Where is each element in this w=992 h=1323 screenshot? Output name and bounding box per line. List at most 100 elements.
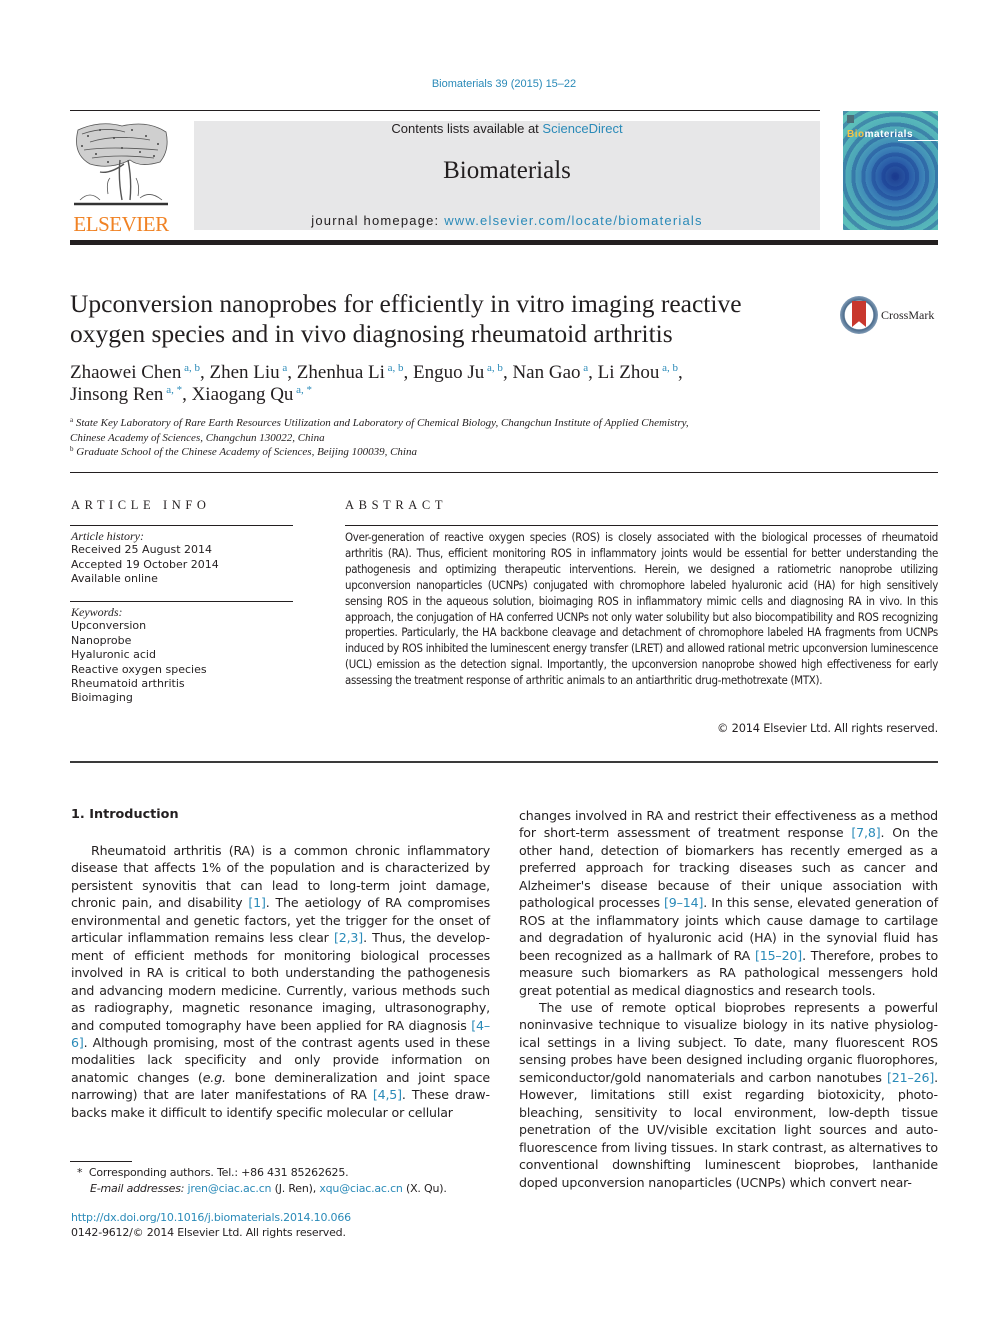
author[interactable]: Zhaowei Chen a, b	[70, 362, 200, 383]
affiliation-mark: a	[70, 416, 74, 424]
corresponding-text: Corresponding authors. Tel.: +86 431 852…	[88, 1166, 349, 1179]
journal-name: Biomaterials	[443, 157, 571, 184]
author-name[interactable]: Zhen Liu	[209, 362, 279, 383]
doi-block: http://dx.doi.org/10.1016/j.biomaterials…	[71, 1210, 491, 1241]
author-name[interactable]: Xiaogang Qu	[192, 384, 294, 405]
author-separator: ,	[588, 362, 598, 383]
body-text: . However, limitations still exist regar…	[519, 1069, 938, 1190]
author-affiliation-mark[interactable]: a, *	[163, 384, 182, 396]
citation-reference-link[interactable]: [7,8]	[851, 825, 880, 840]
citation-reference-link[interactable]: [21–26]	[887, 1070, 934, 1085]
section-heading-introduction: 1. Introduction	[71, 807, 179, 822]
journal-header-box: Contents lists available at ScienceDirec…	[194, 121, 820, 230]
affiliation-b: b Graduate School of the Chinese Academy…	[70, 445, 830, 460]
abstract-copyright: © 2014 Elsevier Ltd. All rights reserved…	[717, 721, 938, 735]
contents-prefix: Contents lists available at	[391, 121, 543, 136]
cover-title-rest: materials	[864, 129, 914, 140]
citation-reference-link[interactable]: [9–14]	[664, 895, 703, 910]
keyword-item: Rheumatoid arthritis	[71, 677, 185, 691]
body-paragraph: changes involved in RA and restrict thei…	[519, 807, 938, 999]
article-history: Article history: Received 25 August 2014…	[71, 529, 291, 587]
doi-link[interactable]: http://dx.doi.org/10.1016/j.biomaterials…	[71, 1210, 491, 1225]
history-accepted: Accepted 19 October 2014	[71, 557, 219, 571]
elsevier-wordmark: ELSEVIER	[73, 212, 169, 236]
body-column-left: Rheumatoid arthritis (RA) is a common ch…	[71, 842, 490, 1121]
abstract-heading: ABSTRACT	[345, 498, 448, 512]
author-affiliation-mark[interactable]: a, b	[181, 362, 200, 374]
elsevier-logo[interactable]: ELSEVIER	[70, 120, 172, 236]
author-name[interactable]: Zhaowei Chen	[70, 362, 181, 383]
author-list: Zhaowei Chen a, b, Zhen Liu a, Zhenhua L…	[70, 362, 810, 406]
article-history-label: Article history:	[71, 529, 144, 543]
issn-copyright: 0142-9612/© 2014 Elsevier Ltd. All right…	[71, 1226, 346, 1240]
author[interactable]: Zhen Liu a	[209, 362, 287, 383]
article-info-heading: ARTICLE INFO	[71, 498, 211, 512]
keywords: Keywords: Upconversion Nanoprobe Hyaluro…	[71, 605, 291, 706]
homepage-prefix: journal homepage:	[311, 213, 445, 228]
article-info-rule	[70, 525, 293, 526]
journal-citation-link[interactable]: Biomaterials 39 (2015) 15–22	[0, 78, 992, 90]
header-rule	[70, 110, 820, 111]
author[interactable]: Nan Gao a	[512, 362, 588, 383]
section-rule	[70, 472, 938, 473]
corresponding-author-note: * Corresponding authors. Tel.: +86 431 8…	[77, 1165, 497, 1181]
cover-rule	[898, 140, 938, 141]
author-separator: ,	[502, 362, 513, 383]
article-title: Upconversion nanoprobes for efficiently …	[70, 289, 742, 348]
body-rule	[70, 761, 938, 763]
author-name[interactable]: Jinsong Ren	[70, 384, 163, 405]
body-paragraph: The use of remote optical bioprobes repr…	[519, 999, 938, 1191]
author-name[interactable]: Nan Gao	[512, 362, 580, 383]
email-link-qu[interactable]: xqu@ciac.ac.cn	[319, 1182, 403, 1195]
citation-reference-link[interactable]: [1]	[248, 895, 266, 910]
keywords-rule	[70, 601, 293, 602]
author[interactable]: Zhenhua Li a, b	[297, 362, 404, 383]
author-separator: ,	[678, 362, 683, 383]
author-affiliation-mark[interactable]: a, *	[293, 384, 312, 396]
author[interactable]: Jinsong Ren a, *	[70, 384, 182, 405]
citation-reference-link[interactable]: [4,5]	[373, 1087, 402, 1102]
email-link-ren[interactable]: jren@ciac.ac.cn	[188, 1182, 272, 1195]
sciencedirect-link[interactable]: ScienceDirect	[542, 121, 622, 136]
contents-line: Contents lists available at ScienceDirec…	[194, 121, 820, 136]
body-paragraph: Rheumatoid arthritis (RA) is a common ch…	[71, 842, 490, 1121]
author-separator: ,	[287, 362, 297, 383]
affiliation-a-line2: Chinese Academy of Sciences, Changchun 1…	[70, 431, 325, 444]
body-text: . Thus, the develop­ment of efficient me…	[71, 930, 490, 1033]
author-affiliation-mark[interactable]: a, b	[659, 362, 678, 374]
journal-homepage-link[interactable]: www.elsevier.com/locate/biomaterials	[444, 213, 703, 228]
keywords-label: Keywords:	[71, 605, 123, 619]
header-thick-rule	[70, 240, 938, 245]
history-available: Available online	[71, 572, 158, 586]
cover-title-highlight: Bio	[847, 129, 865, 140]
elsevier-tree-icon	[74, 123, 168, 206]
author-name[interactable]: Zhenhua Li	[297, 362, 385, 383]
author-affiliation-mark[interactable]: a	[581, 362, 588, 374]
author-affiliation-mark[interactable]: a, b	[385, 362, 404, 374]
author[interactable]: Xiaogang Qu a, *	[192, 384, 312, 405]
author[interactable]: Li Zhou a, b	[598, 362, 678, 383]
author[interactable]: Enguo Ju a, b	[413, 362, 503, 383]
crossmark-button[interactable]: CrossMark	[840, 296, 940, 336]
email-label: E-mail addresses:	[90, 1181, 185, 1195]
author-separator: ,	[403, 362, 414, 383]
body-text: The use of remote optical bioprobes repr…	[519, 999, 938, 1085]
email-who: (X. Qu).	[405, 1181, 447, 1195]
homepage-line: journal homepage: www.elsevier.com/locat…	[194, 213, 820, 228]
author-affiliation-mark[interactable]: a, b	[484, 362, 503, 374]
citation-reference-link[interactable]: [15–20]	[755, 948, 802, 963]
footnote-star: *	[77, 1166, 83, 1179]
cover-title: Biomaterials	[847, 129, 913, 140]
keyword-item: Reactive oxygen species	[71, 662, 207, 676]
author-name[interactable]: Li Zhou	[598, 362, 660, 383]
citation-reference-link[interactable]: [2,3]	[334, 930, 363, 945]
author-separator: ,	[182, 384, 192, 405]
italic-text: e.g.	[202, 1069, 226, 1085]
journal-cover-image[interactable]: Biomaterials	[843, 111, 938, 230]
affiliations: a State Key Laboratory of Rare Earth Res…	[70, 416, 830, 460]
affiliation-text: Graduate School of the Chinese Academy o…	[76, 446, 417, 458]
author-name[interactable]: Enguo Ju	[413, 362, 484, 383]
cover-elsevier-mark-icon	[847, 115, 854, 123]
keyword-item: Nanoprobe	[71, 633, 132, 647]
footnote-rule	[70, 1161, 132, 1162]
